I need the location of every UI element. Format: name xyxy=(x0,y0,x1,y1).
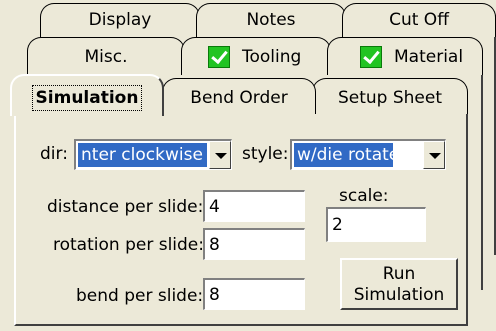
style-selected-value: w/die rotate xyxy=(294,143,393,167)
run-simulation-button-label: Run Simulation xyxy=(353,264,445,305)
tab-simulation[interactable]: Simulation xyxy=(10,74,164,116)
style-label: style: xyxy=(242,144,289,164)
tab-bend-order[interactable]: Bend Order xyxy=(162,78,316,114)
distance-per-slide-label: distance per slide: xyxy=(47,197,204,217)
tooling-check-icon xyxy=(208,46,230,68)
bend-per-slide-input[interactable] xyxy=(203,278,305,310)
tab-misc-label: Misc. xyxy=(84,47,128,67)
tab-display[interactable]: Display xyxy=(40,3,200,37)
tab-cut-off[interactable]: Cut Off xyxy=(342,3,496,37)
tab-tooling-label: Tooling xyxy=(242,47,302,67)
tab-setup-sheet-label: Setup Sheet xyxy=(337,88,443,108)
bend-per-slide-label: bend per slide: xyxy=(76,286,204,306)
tab-display-label: Display xyxy=(88,10,152,30)
rotation-per-slide-label: rotation per slide: xyxy=(53,235,204,255)
mid-page-edge xyxy=(481,60,483,290)
tab-tooling[interactable]: Tooling xyxy=(181,37,331,75)
tab-bend-order-label: Bend Order xyxy=(190,88,288,108)
dir-selected-value: nter clockwise xyxy=(78,143,207,167)
tab-notes-label: Notes xyxy=(246,10,296,30)
rotation-per-slide-input[interactable] xyxy=(203,228,305,260)
dir-select[interactable]: nter clockwise xyxy=(74,139,232,170)
style-select[interactable]: w/die rotate xyxy=(290,139,446,170)
run-simulation-button[interactable]: Run Simulation xyxy=(340,258,458,310)
distance-per-slide-input[interactable] xyxy=(203,190,305,222)
dir-dropdown-arrow-icon[interactable] xyxy=(209,141,231,169)
tab-notes[interactable]: Notes xyxy=(196,3,346,37)
style-dropdown-arrow-icon[interactable] xyxy=(423,141,445,169)
scale-input[interactable] xyxy=(326,207,426,242)
tab-simulation-label: Simulation xyxy=(31,85,143,111)
dir-label: dir: xyxy=(40,144,68,164)
scale-label: scale: xyxy=(339,186,389,206)
tab-material-label: Material xyxy=(394,47,464,67)
tab-material[interactable]: Material xyxy=(327,37,483,75)
tab-misc[interactable]: Misc. xyxy=(27,37,185,75)
tab-cut-off-label: Cut Off xyxy=(389,10,449,30)
material-check-icon xyxy=(360,46,382,68)
tab-setup-sheet[interactable]: Setup Sheet xyxy=(312,78,468,114)
